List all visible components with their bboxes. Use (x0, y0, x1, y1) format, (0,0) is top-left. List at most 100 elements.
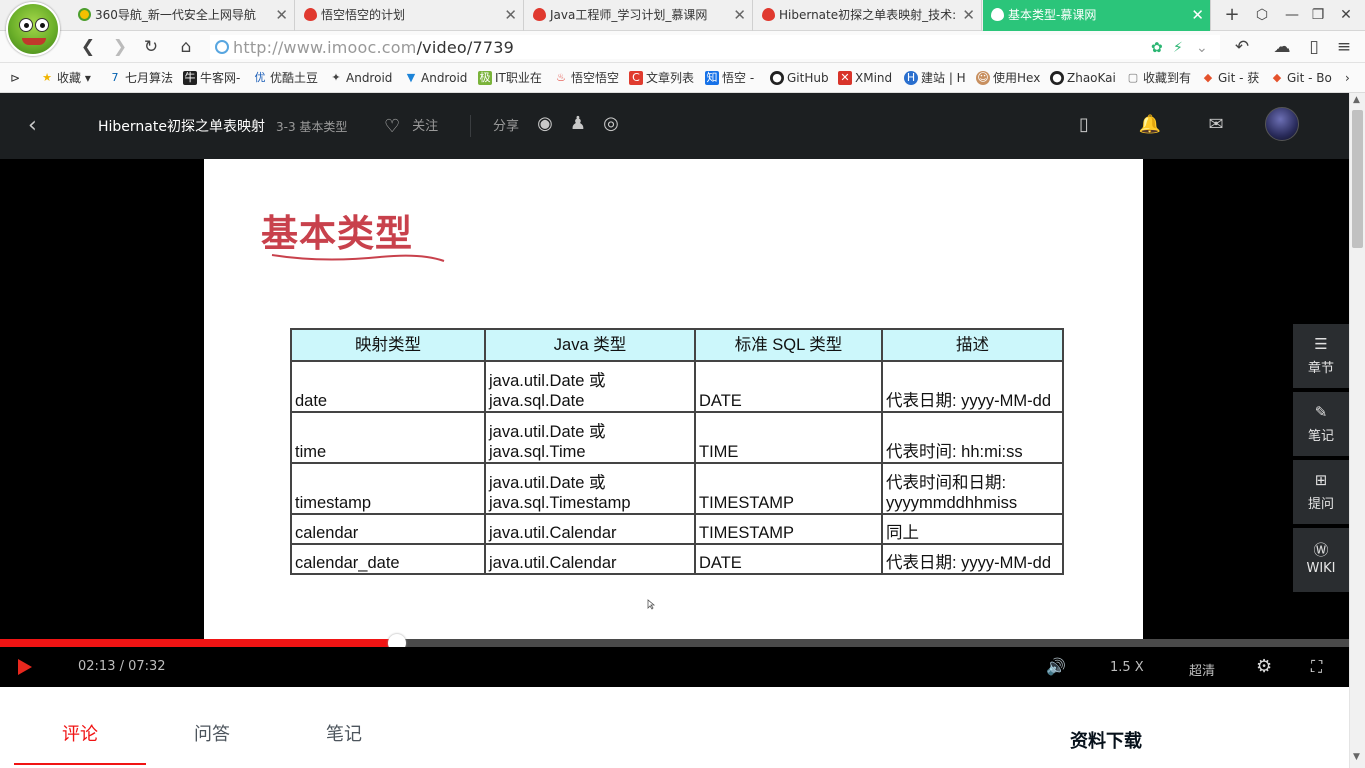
forward-icon[interactable]: ❯ (108, 35, 132, 59)
dropdown-icon[interactable]: ⌄ (1196, 38, 1208, 58)
wiki-button[interactable]: Ⓦ WIKI (1293, 528, 1349, 592)
video-player[interactable]: 基本类型 映射类型 Java 类型 标准 SQL 类型 描述 date java… (0, 159, 1349, 639)
browser-tab-java[interactable]: Java工程师_学习计划_慕课网 ✕ (525, 0, 753, 31)
filter-icon: ▼ (406, 71, 416, 84)
active-tab-underline (14, 763, 146, 765)
bookmark-item[interactable]: 7 七月算法 (108, 63, 174, 93)
weibo-icon[interactable]: ◎ (600, 114, 622, 134)
security-shield-icon[interactable]: ✿ (1151, 38, 1163, 58)
close-window-icon[interactable]: ✕ (1335, 4, 1357, 26)
tab-close-icon[interactable]: ✕ (1191, 0, 1204, 30)
new-tab-button[interactable]: + (1221, 4, 1243, 26)
browser-tab-hibernate[interactable]: Hibernate初探之单表映射_技术: ✕ (754, 0, 982, 31)
tab-qa[interactable]: 问答 (194, 720, 230, 746)
menu-icon[interactable]: ≡ (1332, 35, 1356, 59)
bookmark-item[interactable]: H 建站 | H (904, 63, 966, 93)
bookmark-item[interactable]: ◆ Git - Bo (1270, 63, 1332, 93)
bookmark-item[interactable]: ✦ Android (329, 63, 392, 93)
mapping-cell: time (290, 411, 486, 464)
progress-bar[interactable] (0, 634, 1349, 652)
bookmark-item[interactable]: 知悟空 - (705, 63, 754, 93)
restore-icon[interactable]: ❐ (1307, 4, 1329, 26)
lightning-icon[interactable]: ⚡ (1173, 38, 1183, 58)
playback-speed[interactable]: 1.5 X (1110, 660, 1144, 675)
volume-icon[interactable]: 🔊 (1046, 657, 1066, 677)
bookmark-item[interactable]: ★ 收藏 ▾ (40, 63, 91, 93)
bookmark-item[interactable]: 优优酷土豆 (253, 63, 319, 93)
skin-icon[interactable]: ⬡ (1251, 4, 1273, 26)
bookmark-item[interactable]: ▼ Android (404, 63, 468, 93)
cloud-icon[interactable]: ☁ (1270, 35, 1294, 59)
play-icon[interactable] (18, 659, 32, 675)
table-header: 映射类型 (290, 328, 486, 362)
notes-button[interactable]: ✎ 笔记 (1293, 392, 1349, 456)
home-icon[interactable]: ⌂ (174, 35, 198, 59)
bell-icon[interactable]: 🔔 (1137, 112, 1163, 138)
quality-selector[interactable]: 超清 (1189, 660, 1215, 679)
reload-icon[interactable]: ↻ (139, 35, 163, 59)
wechat-icon[interactable]: ◉ (534, 114, 556, 134)
mobile-icon[interactable]: ▯ (1071, 112, 1097, 138)
scroll-thumb[interactable] (1352, 110, 1363, 248)
page-scrollbar[interactable]: ▲ ▼ (1349, 93, 1365, 768)
bookmark-item[interactable]: ● ZhaoKai (1050, 63, 1116, 93)
description-cell: 代表日期: yyyy-MM-dd (881, 360, 1064, 413)
chapters-button[interactable]: ☰ 章节 (1293, 324, 1349, 388)
bookmark-item[interactable]: C 文章列表 (629, 63, 694, 93)
bookmarks-more-icon[interactable]: › (1345, 63, 1350, 93)
tab-title: 360导航_新一代安全上网导航 (95, 8, 256, 22)
menu-icon: ☰ (1314, 335, 1328, 353)
tab-close-icon[interactable]: ✕ (962, 0, 975, 30)
downloads-heading: 资料下载 (1070, 731, 1142, 752)
bookmarks-toggle-icon[interactable]: ⊳ (10, 63, 20, 93)
back-icon[interactable]: ❮ (76, 35, 100, 59)
bookmark-item[interactable]: 极 IT职业在 (478, 63, 542, 93)
qq-icon[interactable]: ♟ (567, 114, 589, 134)
tab-title: 悟空悟空的计划 (321, 8, 406, 22)
bookmark-item[interactable]: ● GitHub (770, 63, 829, 93)
tab-comments[interactable]: 评论 (62, 720, 98, 746)
bookmark-item[interactable]: ☺ 使用Hex (976, 63, 1040, 93)
user-avatar[interactable] (1265, 107, 1299, 141)
heart-icon: ♡ (384, 116, 401, 137)
bookmark-item[interactable]: ◆ Git - 获 (1201, 63, 1260, 93)
tab-title: 基本类型-慕课网 (1008, 8, 1097, 22)
phone-icon[interactable]: ▯ (1302, 35, 1326, 59)
bookmark-item[interactable]: ✕ XMind (838, 63, 892, 93)
course-title[interactable]: Hibernate初探之单表映射 (98, 116, 265, 136)
tab-title: Hibernate初探之单表映射_技术: (779, 8, 957, 22)
bookmark-item[interactable]: ▢ 收藏到有 (1126, 63, 1191, 93)
undo-icon[interactable]: ↶ (1230, 35, 1254, 59)
fullscreen-icon[interactable]: ⛶ (1311, 657, 1322, 677)
description-cell: 同上 (881, 513, 1064, 545)
tab-close-icon[interactable]: ✕ (733, 0, 746, 30)
flame-favicon-icon (304, 8, 317, 21)
browser-tab-360[interactable]: 360导航_新一代安全上网导航 ✕ (70, 0, 295, 31)
question-plus-icon: ⊞ (1314, 471, 1328, 489)
bookmark-item[interactable]: 牛牛客网- (183, 63, 240, 93)
scroll-up-icon[interactable]: ▲ (1353, 95, 1360, 105)
scroll-down-icon[interactable]: ▼ (1353, 752, 1360, 762)
sql-type-cell: DATE (694, 360, 883, 413)
follow-button[interactable]: ♡ 关注 (384, 115, 438, 137)
browser-tab-plan[interactable]: 悟空悟空的计划 ✕ (296, 0, 524, 31)
minimize-icon[interactable]: — (1281, 4, 1303, 26)
back-arrow-icon[interactable]: ‹ (28, 113, 37, 138)
it-icon: 极 (478, 71, 492, 85)
sql-type-cell: TIMESTAMP (694, 513, 883, 545)
ask-question-button[interactable]: ⊞ 提问 (1293, 460, 1349, 524)
doc-icon: ▢ (1127, 71, 1139, 84)
tab-title: Java工程师_学习计划_慕课网 (550, 8, 708, 22)
mail-icon[interactable]: ✉ (1203, 112, 1229, 138)
url-text[interactable]: http://www.imooc.com/video/7739 (233, 36, 514, 60)
star-icon: ★ (42, 71, 52, 84)
browser-logo-icon[interactable] (6, 2, 60, 56)
settings-gear-icon[interactable]: ⚙ (1256, 657, 1272, 677)
mapping-cell: timestamp (290, 462, 486, 515)
address-bar[interactable]: http://www.imooc.com/video/7739 ✿ ⚡ ⌄ (210, 35, 1220, 59)
tab-notes[interactable]: 笔记 (326, 720, 362, 746)
tab-close-icon[interactable]: ✕ (504, 0, 517, 30)
browser-tab-active[interactable]: 基本类型-慕课网 ✕ (983, 0, 1211, 31)
tab-close-icon[interactable]: ✕ (275, 0, 288, 30)
bookmark-item[interactable]: ♨ 悟空悟空 (554, 63, 619, 93)
